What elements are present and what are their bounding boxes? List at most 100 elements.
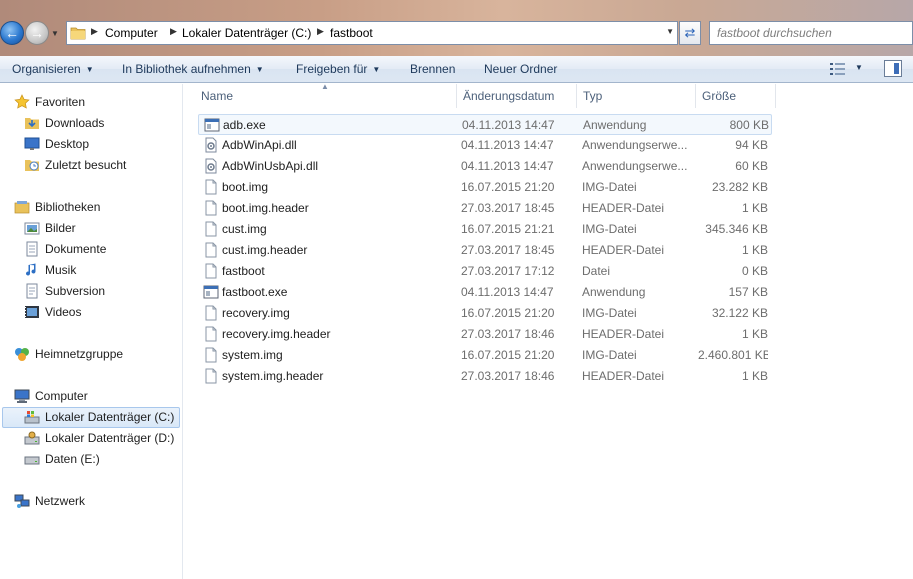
file-type: HEADER-Datei	[582, 243, 665, 257]
dll-file-icon	[205, 137, 217, 153]
star-icon	[14, 94, 30, 109]
breadcrumb-computer[interactable]: Computer	[105, 26, 158, 40]
change-view-icon[interactable]	[830, 62, 846, 76]
address-dropdown-icon[interactable]: ▼	[666, 27, 674, 36]
subversion-library-icon	[26, 283, 38, 299]
breadcrumb-separator-icon[interactable]: ▶	[317, 26, 324, 37]
file-icon	[205, 305, 217, 321]
column-headers: Name ▲ Änderungsdatum Typ Größe	[184, 82, 913, 108]
file-row[interactable]: system.img 16.07.2015 21:20 IMG-Datei 2.460…	[198, 345, 772, 366]
breadcrumb-separator-icon[interactable]: ▶	[170, 26, 177, 37]
file-row[interactable]: AdbWinUsbApi.dll 04.11.2013 14:47 Anwendun…	[198, 156, 772, 177]
file-type: Anwendung	[583, 118, 647, 132]
file-name: AdbWinUsbApi.dll	[222, 159, 319, 173]
file-icon	[205, 326, 217, 342]
recent-pages-dropdown[interactable]: ▼	[51, 29, 61, 39]
back-button[interactable]: ←	[0, 21, 24, 45]
file-name: AdbWinApi.dll	[222, 138, 297, 152]
file-type: IMG-Datei	[582, 222, 637, 236]
file-icon	[205, 200, 217, 216]
hard-drive-icon	[24, 431, 40, 445]
organize-button[interactable]: Organisieren ▼	[12, 61, 94, 78]
forward-button[interactable]: →	[25, 21, 49, 45]
file-row[interactable]: boot.img.header 27.03.2017 18:45 HEADER-Da…	[198, 198, 772, 219]
file-type: Anwendung	[582, 285, 646, 299]
file-size: 0 KB	[741, 264, 768, 278]
search-box[interactable]	[709, 21, 913, 45]
file-row[interactable]: cust.img.header 27.03.2017 18:45 HEADER-Da…	[198, 240, 772, 261]
share-with-button[interactable]: Freigeben für ▼	[296, 61, 380, 78]
file-icon	[205, 242, 217, 258]
file-icon	[205, 221, 217, 237]
file-name: recovery.img	[222, 306, 290, 320]
file-type: IMG-Datei	[582, 180, 637, 194]
file-size: 94 KB	[735, 138, 768, 152]
file-list: Name ▲ Änderungsdatum Typ Größe adb.exe 0…	[184, 82, 913, 579]
file-size: 157 KB	[728, 285, 768, 299]
file-name: fastboot.exe	[222, 285, 288, 299]
file-row[interactable]: adb.exe 04.11.2013 14:47 Anwendung 800 KB	[198, 114, 772, 135]
file-date: 04.11.2013 14:47	[462, 118, 555, 132]
address-input[interactable]: ▶ Computer ▶ Lokaler Datenträger (C:) ▶ …	[66, 21, 678, 45]
file-size: 2.460.801 KB	[698, 348, 768, 362]
preview-pane-button[interactable]	[884, 60, 902, 77]
navigation-pane: Favoriten Downloads Desktop Zuletzt besu…	[0, 84, 183, 579]
address-bar-area: ← → ▼ ▶ Computer ▶ Lokaler Datenträger (…	[0, 0, 913, 56]
file-size: 1 KB	[741, 327, 768, 341]
breadcrumb-fastboot[interactable]: fastboot	[330, 26, 373, 40]
new-folder-button[interactable]: Neuer Ordner	[484, 61, 557, 78]
file-size: 32.122 KB	[711, 306, 768, 320]
file-size: 1 KB	[741, 201, 768, 215]
file-name: boot.img.header	[222, 201, 309, 215]
include-in-library-button[interactable]: In Bibliothek aufnehmen ▼	[122, 61, 264, 78]
file-name: recovery.img.header	[222, 327, 331, 341]
pictures-icon	[24, 222, 40, 235]
column-header-date[interactable]: Änderungsdatum	[457, 84, 577, 108]
file-name: boot.img	[222, 180, 269, 194]
file-row[interactable]: system.img.header 27.03.2017 18:46 HEADER-…	[198, 366, 772, 387]
file-row[interactable]: AdbWinApi.dll 04.11.2013 14:47 Anwendungse…	[198, 135, 772, 156]
dll-file-icon	[205, 158, 217, 174]
share-label: Freigeben für	[296, 62, 368, 76]
file-icon	[205, 179, 217, 195]
file-type: Datei	[582, 264, 611, 278]
libraries-icon	[14, 201, 30, 214]
file-icon	[205, 347, 217, 363]
breadcrumb-drive-c[interactable]: Lokaler Datenträger (C:)	[182, 26, 311, 40]
column-header-type[interactable]: Typ	[577, 84, 696, 108]
arrow-left-icon: ←	[5, 25, 19, 41]
file-size: 23.282 KB	[711, 180, 768, 194]
burn-button[interactable]: Brennen	[410, 61, 455, 78]
file-date: 27.03.2017 18:46	[461, 369, 555, 383]
file-type: HEADER-Datei	[582, 201, 665, 215]
refresh-icon: ⇄	[684, 25, 696, 40]
refresh-button[interactable]: ⇄	[679, 21, 701, 45]
documents-icon	[26, 241, 38, 257]
homegroup-icon	[15, 348, 29, 361]
breadcrumb-separator-icon[interactable]: ▶	[91, 26, 98, 37]
desktop-icon	[24, 137, 40, 150]
file-size: 1 KB	[741, 369, 768, 383]
music-note-icon	[26, 263, 36, 276]
file-row[interactable]: recovery.img 16.07.2015 21:20 IMG-Datei 32.…	[198, 303, 772, 324]
view-options-dropdown-icon[interactable]: ▼	[855, 63, 863, 72]
include-library-label: In Bibliothek aufnehmen	[122, 62, 251, 76]
file-name: system.img	[222, 348, 283, 362]
file-row[interactable]: fastboot.exe 04.11.2013 14:47 Anwendung 157…	[198, 282, 772, 303]
file-size: 60 KB	[735, 159, 768, 173]
file-date: 27.03.2017 17:12	[461, 264, 555, 278]
file-row[interactable]: recovery.img.header 27.03.2017 18:46 HEADE…	[198, 324, 772, 345]
application-icon	[203, 285, 219, 299]
file-row[interactable]: fastboot 27.03.2017 17:12 Datei 0 KB	[198, 261, 772, 282]
downloads-folder-icon	[25, 118, 39, 129]
file-row[interactable]: cust.img 16.07.2015 21:21 IMG-Datei 345.346…	[198, 219, 772, 240]
file-type: HEADER-Datei	[582, 369, 665, 383]
folder-icon	[70, 27, 86, 40]
computer-icon	[14, 389, 30, 403]
file-type: IMG-Datei	[582, 306, 637, 320]
search-input[interactable]	[710, 22, 912, 44]
organize-label: Organisieren	[12, 62, 81, 76]
file-date: 04.11.2013 14:47	[461, 285, 554, 299]
column-header-size[interactable]: Größe	[696, 84, 776, 108]
file-row[interactable]: boot.img 16.07.2015 21:20 IMG-Datei 23.282 …	[198, 177, 772, 198]
